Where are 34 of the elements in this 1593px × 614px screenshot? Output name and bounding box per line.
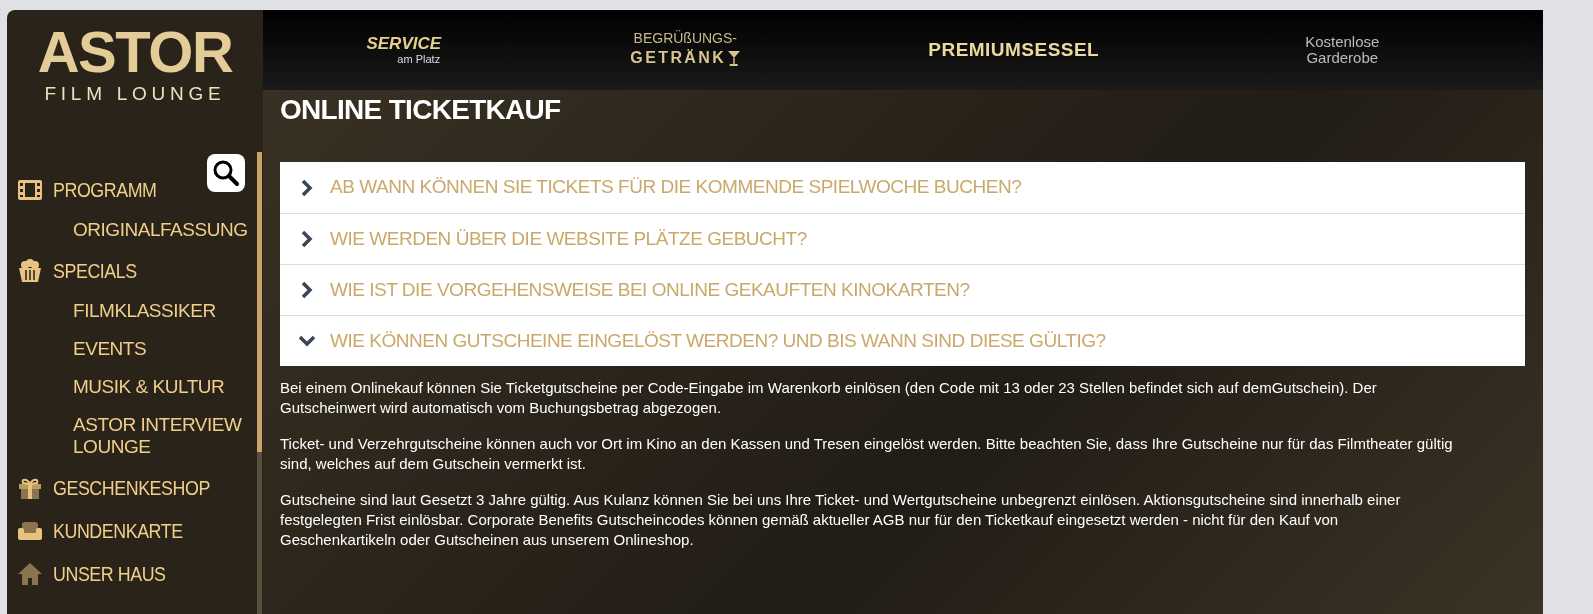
logo-title[interactable]: ASTOR	[37, 22, 233, 82]
nav-label: KUNDENKARTE	[53, 517, 183, 544]
banner-text: BEGRÜßUNGS-	[633, 30, 737, 46]
banner-text: Kostenlose	[1305, 34, 1380, 50]
banner-subtext: am Platz	[396, 53, 441, 65]
nav-subitem[interactable]: ORIGINALFASSUNG	[17, 211, 263, 249]
nav-subitem[interactable]: MUSIK & KULTUR	[17, 368, 263, 406]
nav-subitem[interactable]: ASTOR INTERVIEW LOUNGE	[17, 406, 263, 466]
answer-paragraph: Ticket- und Verzehrgutscheine können auch vor Ort im Kino an den Kassen und Tresen eingelöst werden. Bitte beachten Sie, dass Ihre Gutscheine nur für das Filmtheater gültig sind, welches auf dem Gutschein vermerkt ist.	[280, 434, 1454, 474]
nav-subitem[interactable]: EVENTS	[17, 330, 263, 368]
scrollbar[interactable]	[257, 152, 262, 614]
nav-label: UNSER HAUS	[53, 560, 166, 587]
banner-text: PREMIUMSESSEL	[928, 37, 1100, 62]
nav-item[interactable]: UNSER HAUS	[17, 552, 263, 595]
nav-subitem[interactable]: FILMKLASSIKER	[17, 292, 263, 330]
search-button[interactable]	[207, 154, 245, 192]
banner-subtext: Garderobe	[1306, 50, 1379, 66]
nav-label: GESCHENKESHOP	[53, 474, 210, 501]
banner-text: SERVICE	[366, 35, 442, 53]
nav-label: SPECIALS	[53, 257, 137, 284]
house-icon	[17, 560, 43, 587]
logo-subtitle[interactable]: FILM LOUNGE	[44, 82, 226, 106]
banner-subtext: GETRÄNK	[630, 48, 727, 68]
nav-item[interactable]: PROGRAMM	[17, 168, 263, 211]
nav-item[interactable]: KUNDENKARTE	[17, 509, 263, 552]
answer-paragraph: Gutscheine sind laut Gesetzt 3 Jahre gültig. Aus Kulanz können Sie bei uns Ihre Ticket- und Wertgutscheine unbegrenzt einlösen. Aktionsgutscheine sind innerhalb einer festgelegten Frist einlösbar. Corporate Benefits Gutscheincodes können gemäß aktueller AGB nur für den Ticketkauf eingesetzt werden - nicht für den Kauf von Geschenkartikeln oder Gutscheinen aus unserem Onlineshop.	[280, 490, 1402, 550]
page-title: ONLINE TICKETKAUF	[280, 93, 561, 127]
answer-paragraph: Bei einem Onlinekauf können Sie Ticketgutscheine per Code-Eingabe im Warenkorb einlösen (den Code mit 13 oder 23 Stellen befindet sich auf demGutschein). Der Gutscheinwert wird automatisch vom Buchungsbetrag abgezogen.	[280, 378, 1378, 418]
cocktail-icon	[728, 50, 741, 66]
nav-label: PROGRAMM	[53, 176, 157, 203]
nav-item[interactable]: GESCHENKESHOP	[17, 466, 263, 509]
nav-item[interactable]: SPECIALS	[17, 249, 263, 292]
popcorn-icon	[17, 257, 43, 284]
search-icon	[212, 159, 240, 187]
